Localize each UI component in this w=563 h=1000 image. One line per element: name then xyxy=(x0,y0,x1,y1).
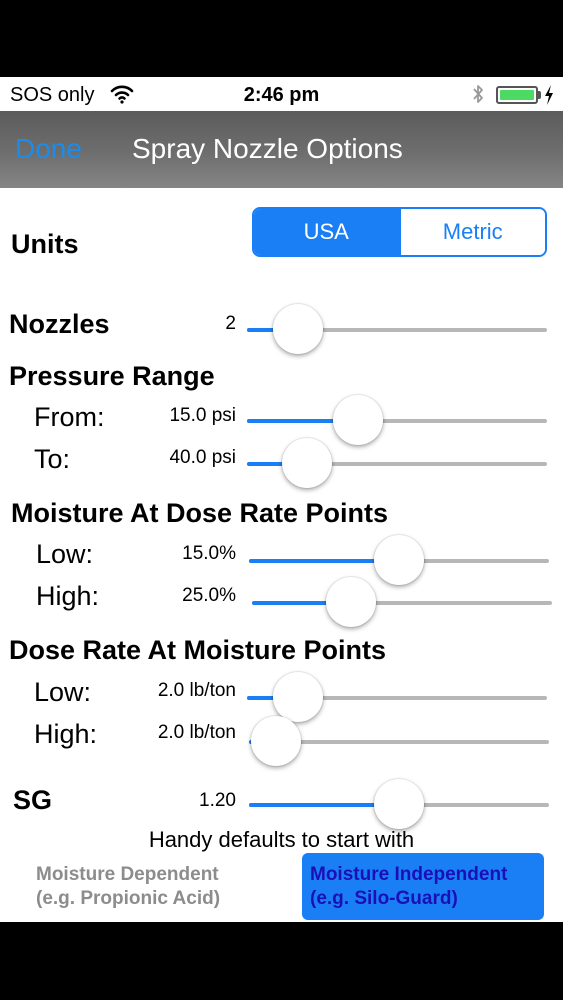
pressure-from-label: From: xyxy=(34,402,105,432)
charging-icon xyxy=(545,85,553,105)
dose-low-value: 2.0 lb/ton xyxy=(157,680,236,701)
slider-thumb[interactable] xyxy=(374,779,424,829)
dose-low-label: Low: xyxy=(34,677,92,707)
nozzles-slider[interactable] xyxy=(247,304,547,354)
page-title: Spray Nozzle Options xyxy=(132,133,403,164)
nozzles-value: 2 xyxy=(225,313,236,334)
bluetooth-icon xyxy=(473,85,483,103)
defaults-caption: Handy defaults to start with xyxy=(148,827,415,852)
sg-value: 1.20 xyxy=(199,790,236,811)
nozzles-label: Nozzles xyxy=(9,309,110,339)
moisture-dependent-line1: Moisture Dependent xyxy=(36,864,219,885)
pressure-from-value: 15.0 psi xyxy=(169,405,236,426)
battery-level xyxy=(500,90,534,100)
slider-thumb[interactable] xyxy=(333,395,383,445)
dose-high-label: High: xyxy=(34,719,98,749)
moisture-low-slider[interactable] xyxy=(249,535,549,585)
slider-thumb[interactable] xyxy=(326,577,376,627)
moisture-high-slider[interactable] xyxy=(252,577,552,627)
units-option-usa[interactable]: USA xyxy=(254,209,399,255)
moisture-dependent-button[interactable]: Moisture Dependent (e.g. Propionic Acid) xyxy=(36,863,220,911)
dose-low-slider[interactable] xyxy=(247,672,547,722)
units-label: Units xyxy=(11,229,79,259)
app-screen: SOS only 2:46 pm Done Spray Nozzle Optio… xyxy=(0,77,563,922)
battery-tip xyxy=(538,91,541,99)
slider-thumb[interactable] xyxy=(374,535,424,585)
slider-thumb[interactable] xyxy=(282,438,332,488)
pressure-to-value: 40.0 psi xyxy=(169,447,236,468)
sg-label: SG xyxy=(13,785,53,815)
moisture-heading: Moisture At Dose Rate Points xyxy=(11,498,389,528)
done-button[interactable]: Done xyxy=(15,133,82,165)
pressure-to-label: To: xyxy=(34,444,71,474)
pressure-from-slider[interactable] xyxy=(247,395,547,445)
moisture-low-value: 15.0% xyxy=(182,543,236,564)
moisture-low-label: Low: xyxy=(36,539,94,569)
moisture-independent-line1: Moisture Independent xyxy=(310,864,508,885)
moisture-independent-line2: (e.g. Silo-Guard) xyxy=(310,888,458,909)
pressure-to-slider[interactable] xyxy=(247,438,547,488)
dose-high-value: 2.0 lb/ton xyxy=(157,722,236,743)
dose-high-slider[interactable] xyxy=(249,716,549,766)
units-option-metric[interactable]: Metric xyxy=(398,209,545,255)
slider-thumb[interactable] xyxy=(251,716,301,766)
moisture-dependent-line2: (e.g. Propionic Acid) xyxy=(36,888,221,909)
moisture-high-value: 25.0% xyxy=(182,585,236,606)
slider-thumb[interactable] xyxy=(273,304,323,354)
units-segmented-control: USA Metric xyxy=(252,207,547,257)
slider-thumb[interactable] xyxy=(273,672,323,722)
battery-icon xyxy=(496,86,538,104)
moisture-independent-button[interactable]: Moisture Independent (e.g. Silo-Guard) xyxy=(302,853,544,920)
moisture-high-label: High: xyxy=(36,581,100,611)
sg-slider[interactable] xyxy=(249,779,549,829)
status-bar: SOS only 2:46 pm xyxy=(0,77,563,111)
pressure-range-heading: Pressure Range xyxy=(9,361,215,391)
dose-rate-heading: Dose Rate At Moisture Points xyxy=(9,635,387,665)
navigation-bar: Done Spray Nozzle Options xyxy=(0,111,563,188)
